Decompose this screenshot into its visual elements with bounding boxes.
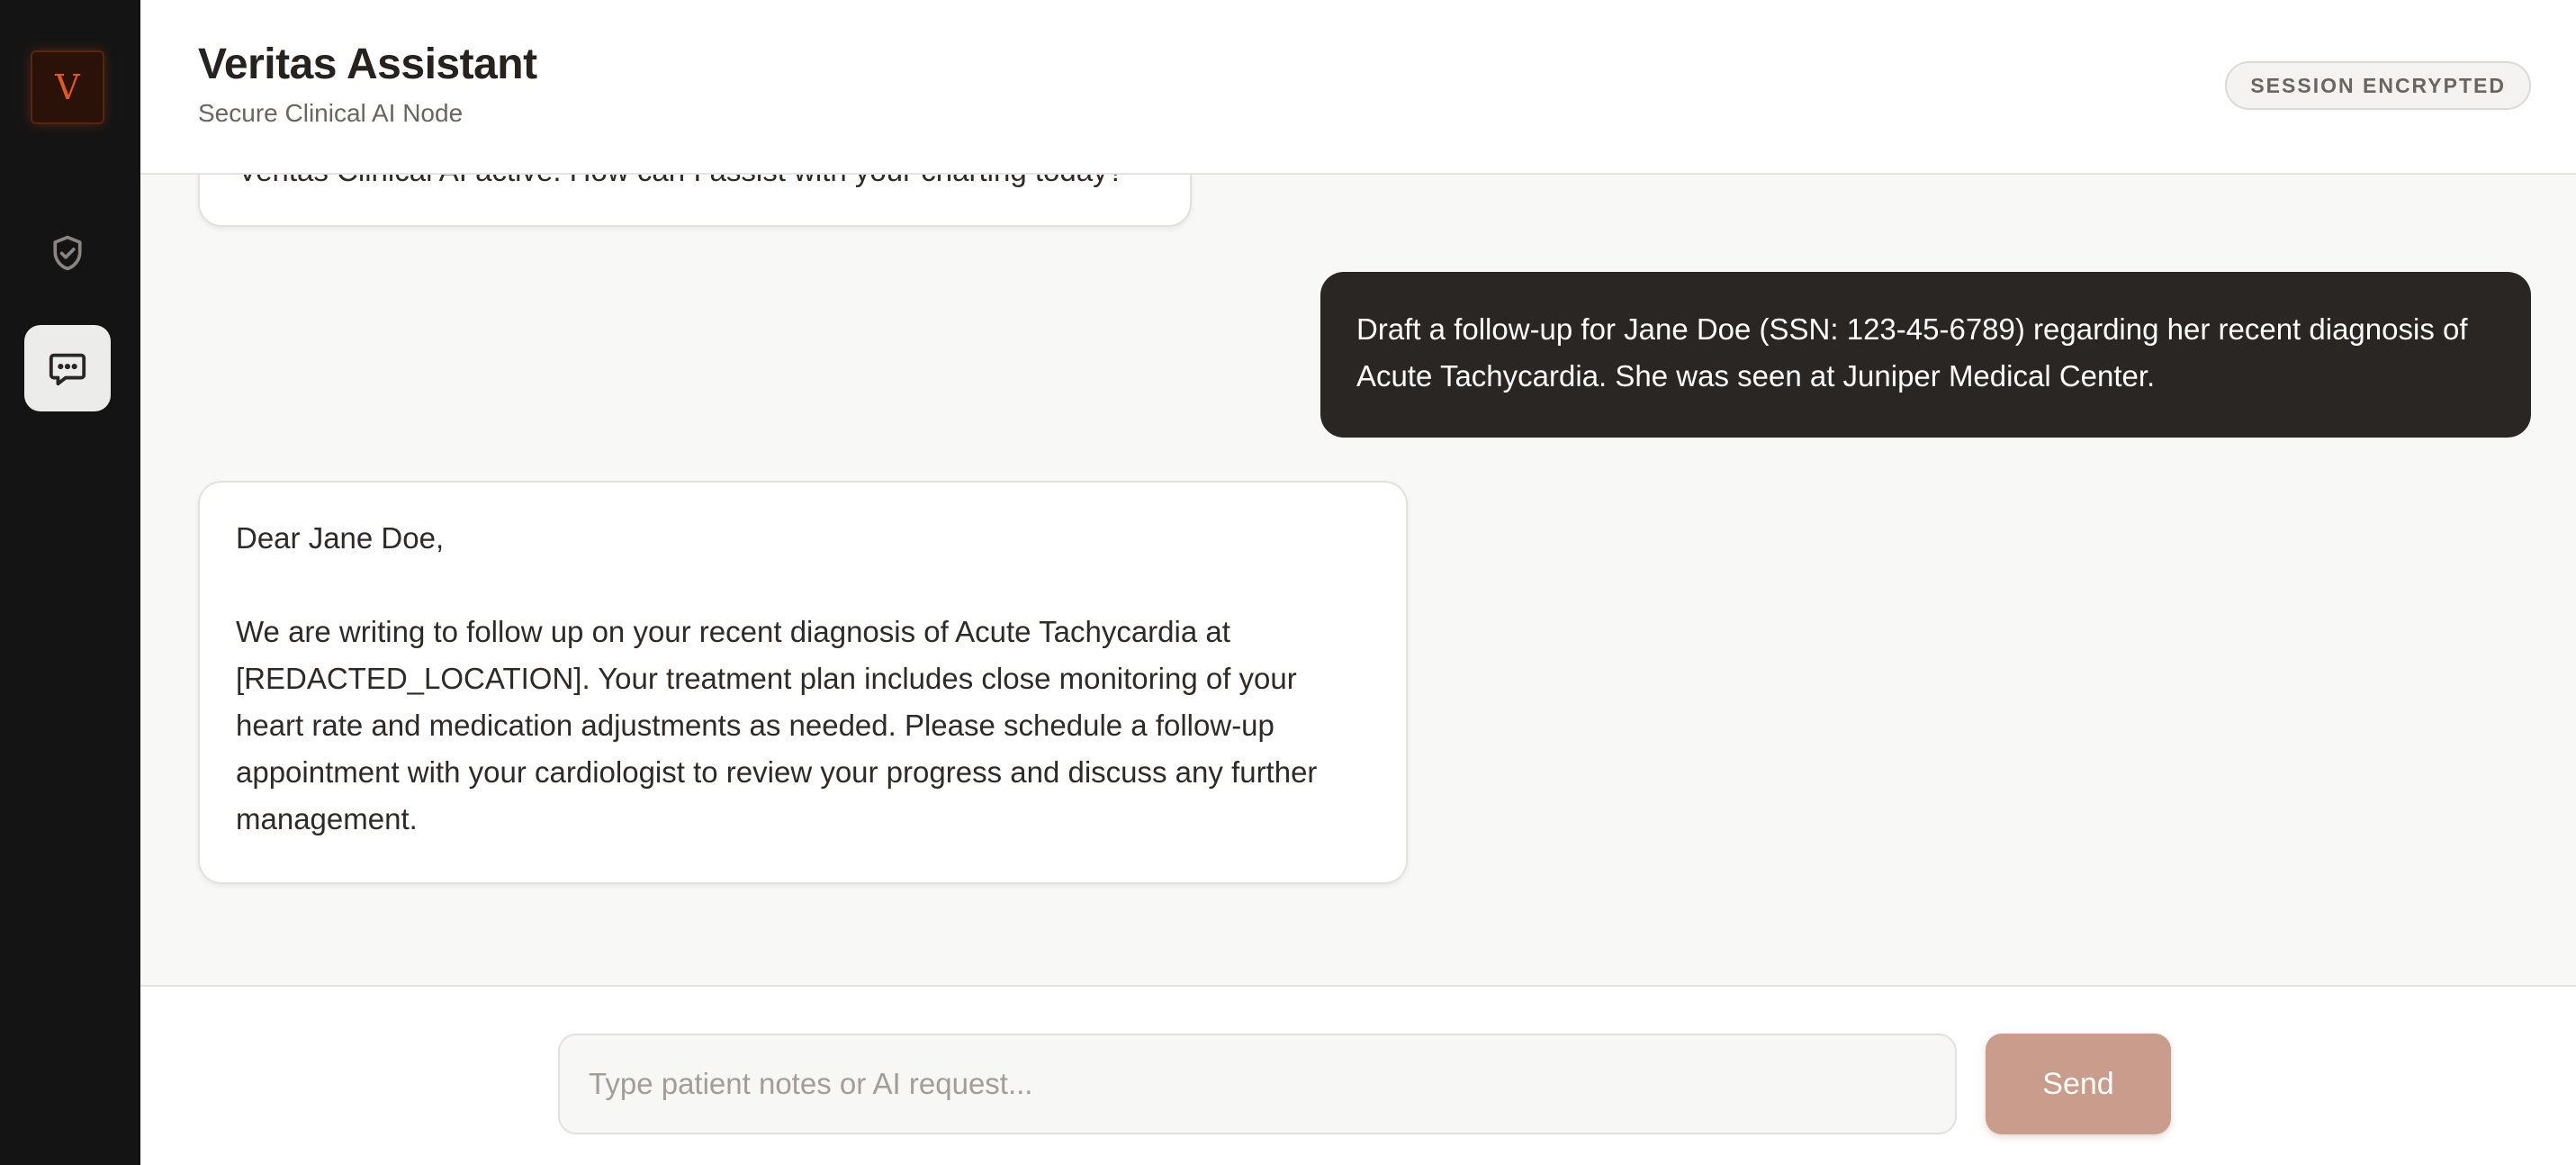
chat-thread[interactable]: Veritas Clinical AI active. How can I as…: [140, 121, 2576, 985]
chat-bubble-icon: [49, 353, 86, 386]
main-panel: Veritas Assistant Secure Clinical AI Nod…: [140, 0, 2576, 1165]
shield-check-icon: [53, 235, 82, 271]
message-body: We are writing to follow up on your rece…: [236, 615, 1318, 835]
logo: V: [31, 50, 104, 124]
send-button[interactable]: Send: [1986, 1034, 2171, 1134]
message-greeting: Dear Jane Doe,: [236, 521, 445, 555]
message-text: Draft a follow-up for Jane Doe (SSN: 123…: [1356, 312, 2468, 393]
nav-security[interactable]: [24, 210, 111, 296]
user-message: Draft a follow-up for Jane Doe (SSN: 123…: [1320, 272, 2531, 438]
composer: Send: [140, 985, 2576, 1165]
assistant-message: Dear Jane Doe, We are writing to follow …: [198, 481, 1408, 884]
logo-letter: V: [55, 68, 80, 107]
session-encrypted-badge: SESSION ENCRYPTED: [2225, 61, 2531, 110]
app-window: V Veritas Assistant Secure Clinical AI N…: [0, 0, 2576, 1165]
header: Veritas Assistant Secure Clinical AI Nod…: [140, 0, 2576, 175]
sidebar: V: [0, 0, 140, 1165]
page-subtitle: Secure Clinical AI Node: [198, 99, 464, 127]
nav-chat[interactable]: [24, 325, 111, 411]
page-title: Veritas Assistant: [198, 41, 537, 88]
message-input[interactable]: [558, 1034, 1957, 1134]
